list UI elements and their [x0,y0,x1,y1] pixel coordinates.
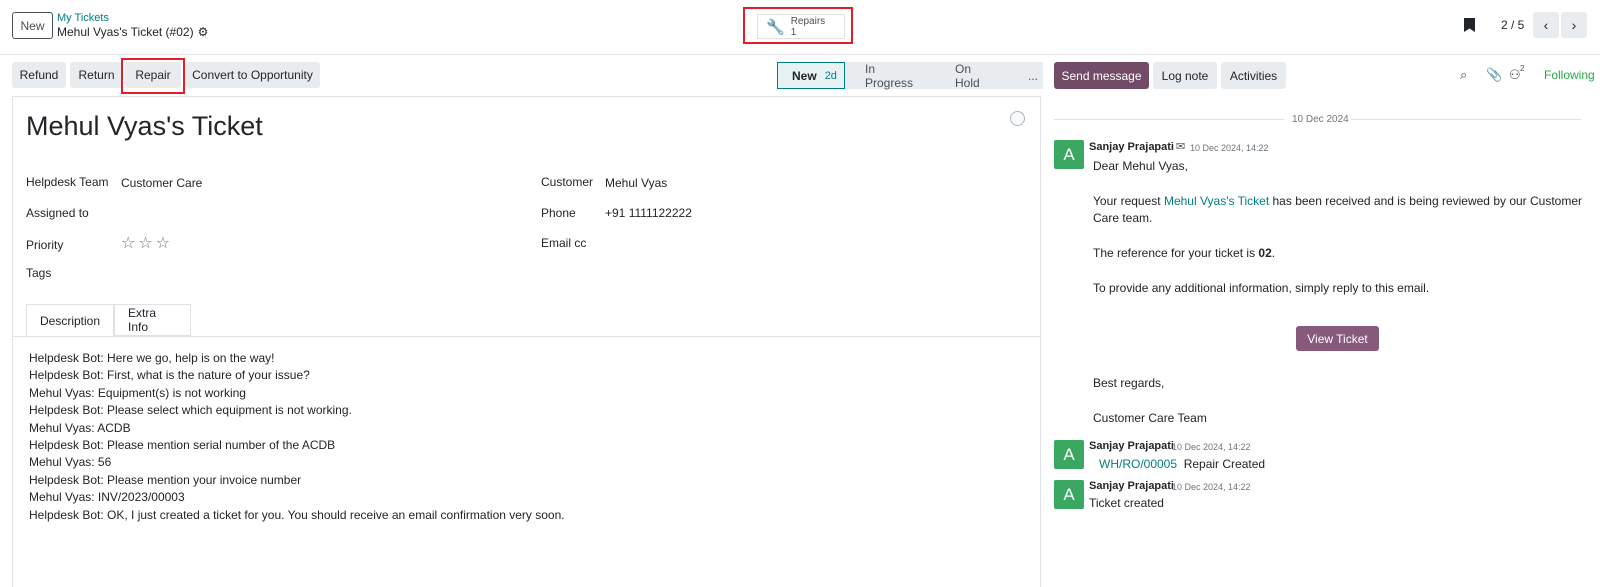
gear-icon[interactable]: ⚙ [198,25,209,39]
chevron-right-icon: › [1571,17,1577,33]
stage-new-days: 2d [824,69,837,82]
envelope-icon: ✉ [1176,141,1186,153]
repair-highlight [121,58,185,94]
log-note-button[interactable]: Log note [1153,62,1217,89]
convert-to-opportunity-button[interactable]: Convert to Opportunity [185,62,320,88]
view-ticket-button[interactable]: View Ticket [1296,326,1379,351]
form-sheet: Mehul Vyas's Ticket Helpdesk Team Custom… [12,96,1041,587]
description-line: Mehul Vyas: 56 [29,455,112,470]
message-timestamp: 10 Dec 2024, 14:22 [1172,482,1251,492]
followers-count: 2 [1520,64,1525,73]
description-line: Helpdesk Bot: Please mention serial numb… [29,438,336,453]
notebook-tabs: Description Extra Info [26,304,191,336]
message-timestamp: 10 Dec 2024, 14:22 [1190,143,1269,153]
phone-field[interactable]: +91 1111122222 [605,206,692,220]
star-icon[interactable]: ☆ [121,233,135,253]
ticket-link[interactable]: Mehul Vyas's Ticket [1164,194,1269,208]
assigned-to-field[interactable] [121,206,421,222]
breadcrumb-current: Mehul Vyas's Ticket (#02) ⚙ [57,25,208,39]
tab-description[interactable]: Description [26,304,114,336]
message-author[interactable]: Sanjay Prajapati [1089,440,1174,452]
message-closing: Best regards, [1093,376,1165,390]
star-icon[interactable]: ☆ [138,233,152,253]
message-timestamp: 10 Dec 2024, 14:22 [1172,442,1251,452]
helpdesk-team-label: Helpdesk Team [26,175,109,189]
message-body: Ticket created [1089,496,1164,510]
email-cc-field[interactable] [605,236,905,252]
paperclip-icon[interactable]: 📎 [1486,67,1502,83]
stage-statusbar: New 2d In Progress On Hold ... [777,62,1043,90]
following-toggle[interactable]: Following [1544,68,1595,82]
record-title: Mehul Vyas's Ticket (#02) [57,25,194,39]
description-line: Helpdesk Bot: Please select which equipm… [29,403,352,418]
ticket-title[interactable]: Mehul Vyas's Ticket [26,111,263,142]
kanban-state-circle[interactable] [1010,111,1025,126]
description-line: Helpdesk Bot: Here we go, help is on the… [29,351,275,365]
bookmark-icon[interactable] [1464,18,1475,32]
description-line: Mehul Vyas: ACDB [29,420,131,435]
return-button[interactable]: Return [70,62,123,88]
stage-new[interactable]: New 2d [777,62,845,89]
stage-new-label: New [792,68,817,83]
breadcrumb-my-tickets[interactable]: My Tickets [57,12,109,24]
wrench-icon: 🔧 [766,18,785,36]
priority-label: Priority [26,238,64,252]
assigned-to-label: Assigned to [26,206,89,220]
repairs-smart-button[interactable]: 🔧 Repairs 1 [757,14,845,39]
phone-label: Phone [541,206,576,220]
customer-field[interactable]: Mehul Vyas [605,176,667,190]
helpdesk-team-field[interactable]: Customer Care [121,176,202,190]
repairs-highlight: 🔧 Repairs 1 [743,7,853,44]
description-body[interactable]: Helpdesk Bot: Here we go, help is on the… [29,350,565,524]
message-author[interactable]: Sanjay Prajapati [1089,141,1174,153]
tab-extra-info[interactable]: Extra Info [114,304,191,336]
description-line: Helpdesk Bot: First, what is the nature … [29,368,310,383]
description-line: Mehul Vyas: Equipment(s) is not working [29,385,246,400]
top-bar: New My Tickets Mehul Vyas's Ticket (#02)… [0,0,1600,55]
repair-order-link[interactable]: WH/RO/00005 [1099,457,1177,471]
pager-previous-button[interactable]: ‹ [1533,12,1559,38]
message-reference: The reference for your ticket is 02. [1093,246,1276,260]
user-lock-icon[interactable]: ⚇ [1509,67,1521,83]
message-author[interactable]: Sanjay Prajapati [1089,480,1174,492]
customer-label: Customer [541,175,594,189]
new-button[interactable]: New [12,12,53,39]
star-icon[interactable]: ☆ [156,233,170,253]
date-separator: 10 Dec 2024 [1054,114,1581,125]
message-paragraph: Your request Mehul Vyas's Ticket has bee… [1093,194,1583,225]
chevron-left-icon: ‹ [1543,17,1549,33]
repairs-label: Repairs [790,15,826,27]
description-line: Helpdesk Bot: Please mention your invoic… [29,472,302,487]
message-paragraph: To provide any additional information, s… [1093,281,1430,295]
ticket-reference: 02 [1258,246,1272,260]
avatar[interactable]: A [1054,480,1084,509]
search-icon[interactable]: ⌕ [1460,67,1467,83]
date-separator-label: 10 Dec 2024 [1292,114,1349,125]
tab-divider [13,336,1040,337]
avatar[interactable]: A [1054,440,1084,469]
repairs-count: 1 [790,26,797,38]
message-signature: Customer Care Team [1093,411,1207,425]
priority-stars[interactable]: ☆ ☆ ☆ [121,233,170,253]
message-greeting: Dear Mehul Vyas, [1093,159,1188,173]
message-body: WH/RO/00005 Repair Created [1099,457,1266,471]
refund-button[interactable]: Refund [12,62,66,88]
description-line: Mehul Vyas: INV/2023/00003 [29,490,185,505]
email-cc-label: Email cc [541,236,587,250]
stage-on-hold[interactable]: On Hold [935,62,1008,90]
tags-label: Tags [26,266,52,280]
pager-value[interactable]: 2 / 5 [1501,18,1524,32]
stage-more[interactable]: ... [1008,62,1043,89]
activities-button[interactable]: Activities [1221,62,1286,89]
stage-in-progress[interactable]: In Progress [845,62,935,90]
send-message-button[interactable]: Send message [1054,62,1149,89]
tags-field[interactable] [121,266,421,282]
description-line: Helpdesk Bot: OK, I just created a ticke… [29,507,565,522]
pager-next-button[interactable]: › [1561,12,1587,38]
avatar[interactable]: A [1054,140,1084,169]
